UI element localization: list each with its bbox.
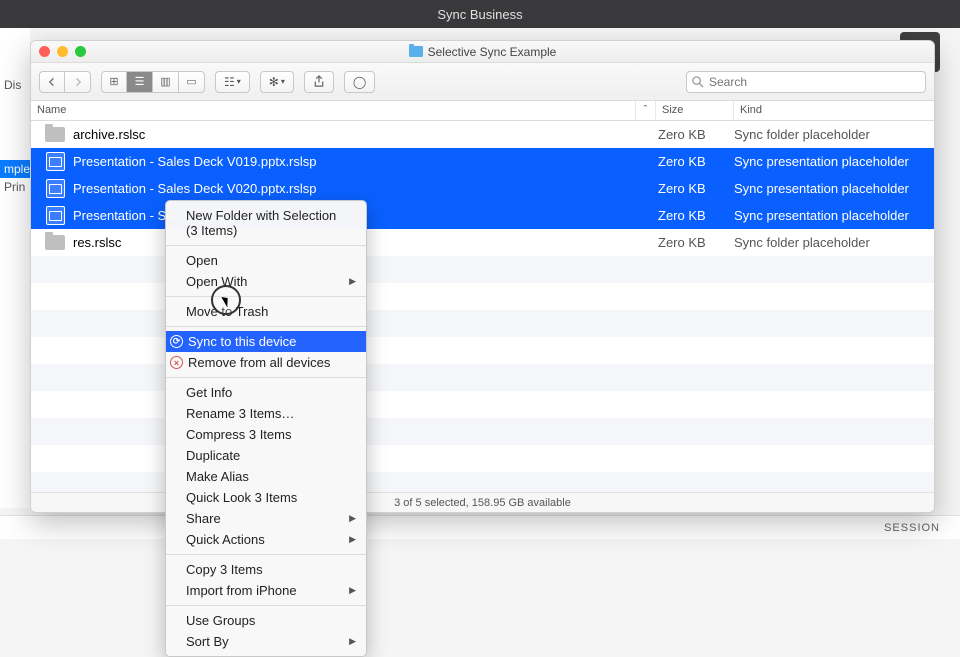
col-size[interactable]: Size (656, 101, 734, 120)
back-button[interactable] (39, 71, 65, 93)
close-icon[interactable] (39, 46, 50, 57)
menu-item-label: Sort By (186, 634, 229, 649)
menu-item-label: Remove from all devices (188, 355, 330, 370)
window-title: Selective Sync Example (428, 45, 557, 59)
sync-icon: ⟳ (170, 335, 183, 348)
share-button[interactable] (304, 71, 334, 93)
menu-item-label: Open With (186, 274, 247, 289)
menu-item[interactable]: Share (166, 508, 366, 529)
menu-item-label: Import from iPhone (186, 583, 297, 598)
file-size: Zero KB (656, 181, 734, 196)
menu-item-label: Quick Actions (186, 532, 265, 547)
menu-separator (166, 245, 366, 246)
sort-indicator[interactable]: ˆ (636, 101, 656, 120)
menu-item-label: Quick Look 3 Items (186, 490, 297, 505)
column-view-button[interactable]: ▥ (153, 71, 179, 93)
presentation-icon (45, 153, 65, 171)
menu-item[interactable]: New Folder with Selection (3 Items) (166, 205, 366, 241)
bg-sidebar: DismplePrin (0, 28, 30, 508)
file-kind: Sync presentation placeholder (734, 208, 934, 223)
menu-item[interactable]: Import from iPhone (166, 580, 366, 601)
file-size: Zero KB (656, 235, 734, 250)
menu-separator (166, 326, 366, 327)
menu-item[interactable]: Copy 3 Items (166, 559, 366, 580)
folder-icon (45, 234, 65, 252)
menu-item[interactable]: Get Info (166, 382, 366, 403)
file-kind: Sync presentation placeholder (734, 154, 934, 169)
menu-item[interactable]: Duplicate (166, 445, 366, 466)
menu-item[interactable]: Sort By (166, 631, 366, 652)
zoom-icon[interactable] (75, 46, 86, 57)
folder-icon (45, 126, 65, 144)
presentation-icon (45, 180, 65, 198)
menu-item[interactable]: × Remove from all devices (166, 352, 366, 373)
remove-icon: × (170, 356, 183, 369)
menu-item[interactable]: Quick Actions (166, 529, 366, 550)
menu-item-label: Make Alias (186, 469, 249, 484)
menu-item-label: Use Groups (186, 613, 255, 628)
file-kind: Sync folder placeholder (734, 235, 934, 250)
col-name[interactable]: Name (31, 101, 636, 120)
bg-app-titlebar: Sync Business (0, 0, 960, 28)
menu-item[interactable]: ⟳ Sync to this device (166, 331, 366, 352)
file-size: Zero KB (656, 208, 734, 223)
menu-item-label: Open (186, 253, 218, 268)
menu-item-label: Compress 3 Items (186, 427, 291, 442)
col-kind[interactable]: Kind (734, 101, 934, 120)
session-label: SESSION (884, 522, 940, 534)
window-titlebar[interactable]: Selective Sync Example (31, 41, 934, 63)
group-button[interactable]: ☷ ▾ (215, 71, 250, 93)
icon-view-button[interactable]: ⊞ (101, 71, 127, 93)
forward-button[interactable] (65, 71, 91, 93)
table-row[interactable]: archive.rslscZero KBSync folder placehol… (31, 121, 934, 148)
menu-item[interactable]: Rename 3 Items… (166, 403, 366, 424)
file-name: Presentation - Sales Deck V020.pptx.rsls… (73, 181, 656, 196)
menu-item[interactable]: Open (166, 250, 366, 271)
folder-icon (409, 46, 423, 57)
menu-item-label: New Folder with Selection (3 Items) (186, 208, 348, 238)
minimize-icon[interactable] (57, 46, 68, 57)
menu-item-label: Duplicate (186, 448, 240, 463)
file-kind: Sync folder placeholder (734, 127, 934, 142)
action-button[interactable]: ✻ ▾ (260, 71, 294, 93)
menu-item-label: Share (186, 511, 221, 526)
menu-separator (166, 377, 366, 378)
menu-item-label: Copy 3 Items (186, 562, 263, 577)
menu-item[interactable]: Use Groups (166, 610, 366, 631)
list-view-button[interactable]: ☰ (127, 71, 153, 93)
view-mode-segment[interactable]: ⊞ ☰ ▥ ▭ (101, 71, 205, 93)
menu-item-label: Move to Trash (186, 304, 268, 319)
file-size: Zero KB (656, 154, 734, 169)
context-menu[interactable]: New Folder with Selection (3 Items) Open O… (165, 200, 367, 657)
menu-item[interactable]: Compress 3 Items (166, 424, 366, 445)
toolbar: ⊞ ☰ ▥ ▭ ☷ ▾ ✻ ▾ ◯ (31, 63, 934, 101)
file-name: Presentation - Sales Deck V019.pptx.rsls… (73, 154, 656, 169)
column-header[interactable]: Name ˆ Size Kind (31, 101, 934, 121)
presentation-icon (45, 207, 65, 225)
tags-button[interactable]: ◯ (344, 71, 375, 93)
menu-separator (166, 605, 366, 606)
table-row[interactable]: Presentation - Sales Deck V020.pptx.rsls… (31, 175, 934, 202)
menu-item-label: Rename 3 Items… (186, 406, 294, 421)
menu-item-label: Get Info (186, 385, 232, 400)
menu-item[interactable]: Move to Trash (166, 301, 366, 322)
search-input[interactable] (686, 71, 926, 93)
menu-separator (166, 296, 366, 297)
menu-item[interactable]: Quick Look 3 Items (166, 487, 366, 508)
file-size: Zero KB (656, 127, 734, 142)
menu-item-label: Sync to this device (188, 334, 296, 349)
gallery-view-button[interactable]: ▭ (179, 71, 205, 93)
file-name: archive.rslsc (73, 127, 656, 142)
menu-item[interactable]: Open With (166, 271, 366, 292)
table-row[interactable]: Presentation - Sales Deck V019.pptx.rsls… (31, 148, 934, 175)
bg-app-title: Sync Business (437, 7, 522, 22)
menu-item[interactable]: Make Alias (166, 466, 366, 487)
menu-separator (166, 554, 366, 555)
file-kind: Sync presentation placeholder (734, 181, 934, 196)
search-icon (691, 75, 704, 88)
bg-footer: SESSION (0, 515, 960, 539)
